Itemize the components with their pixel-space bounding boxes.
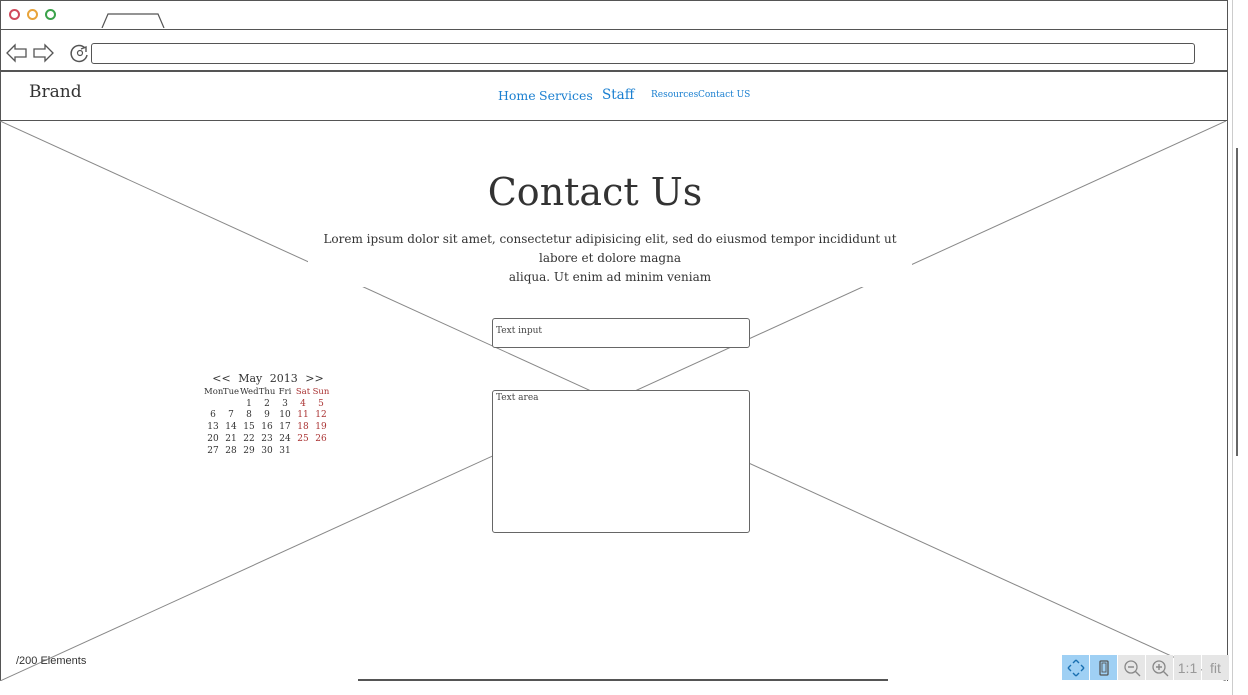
back-arrow-icon[interactable]: [5, 42, 29, 64]
calendar-day[interactable]: 25: [294, 434, 312, 446]
pan-tool-button[interactable]: [1062, 655, 1089, 680]
calendar-day[interactable]: 23: [258, 434, 276, 446]
calendar-day-of-week: Sun: [312, 387, 330, 397]
nav-staff[interactable]: Staff: [602, 87, 634, 103]
calendar-day[interactable]: 21: [222, 434, 240, 446]
calendar-day[interactable]: 7: [222, 410, 240, 422]
device-view-button[interactable]: [1090, 655, 1117, 680]
zoom-out-button[interactable]: [1118, 655, 1145, 680]
calendar-day[interactable]: 6: [204, 410, 222, 422]
calendar-day[interactable]: 15: [240, 422, 258, 434]
calendar-day-of-week: Sat: [295, 387, 311, 397]
browser-tab[interactable]: [100, 12, 166, 28]
nav-services[interactable]: Services: [539, 88, 593, 103]
fit-button[interactable]: fit: [1202, 655, 1229, 680]
calendar-day[interactable]: 18: [294, 422, 312, 434]
calendar-header: << May 2013 >>: [204, 372, 332, 385]
lead-paragraph: Lorem ipsum dolor sit amet, consectetur …: [308, 230, 912, 287]
fit-label: fit: [1210, 659, 1221, 676]
calendar-empty-cell: [294, 446, 312, 458]
calendar-day-of-week: Tue: [222, 387, 240, 397]
text-area-field[interactable]: Text area: [492, 390, 750, 533]
calendar-day[interactable]: 31: [276, 446, 294, 458]
calendar-day[interactable]: 16: [258, 422, 276, 434]
calendar-day[interactable]: 2: [258, 399, 276, 411]
lead-line-1: Lorem ipsum dolor sit amet, consectetur …: [323, 232, 897, 265]
zoom-in-icon: [1151, 659, 1168, 676]
actual-size-button[interactable]: 1:1: [1174, 655, 1201, 680]
maximize-window-dot[interactable]: [45, 9, 56, 20]
calendar-day[interactable]: 17: [276, 422, 294, 434]
text-input-field[interactable]: Text input: [492, 318, 750, 348]
address-bar[interactable]: [91, 43, 1195, 64]
calendar-day[interactable]: 9: [258, 410, 276, 422]
calendar-empty-cell: [312, 446, 330, 458]
mobile-device-icon: [1098, 659, 1109, 676]
calendar-day[interactable]: 11: [294, 410, 312, 422]
calendar-day[interactable]: 22: [240, 434, 258, 446]
calendar-day-of-week: Wed: [240, 387, 259, 397]
zoom-in-button[interactable]: [1146, 655, 1173, 680]
calendar-year: 2013: [269, 372, 298, 385]
zoom-out-icon: [1123, 659, 1140, 676]
calendar-day[interactable]: 14: [222, 422, 240, 434]
calendar-day[interactable]: 10: [276, 410, 294, 422]
calendar-next-button[interactable]: >>: [305, 372, 323, 385]
nav-resources[interactable]: Resources: [651, 90, 698, 100]
forward-arrow-icon[interactable]: [31, 42, 55, 64]
calendar-day-of-week: Thu: [258, 387, 276, 397]
actual-size-label: 1:1: [1177, 659, 1198, 676]
calendar-day-of-week: Fri: [278, 387, 292, 397]
calendar-day[interactable]: 27: [204, 446, 222, 458]
calendar-day[interactable]: 29: [240, 446, 258, 458]
calendar-month: May: [238, 372, 263, 385]
nav-home[interactable]: Home: [498, 88, 536, 103]
calendar-widget: << May 2013 >> Mon Tue Wed Thu Fri Sat Sun 1 2 3 4…: [204, 372, 332, 458]
horizontal-scrollbar[interactable]: [358, 679, 888, 681]
calendar-day[interactable]: 8: [240, 410, 258, 422]
calendar-day[interactable]: 4: [294, 399, 312, 411]
close-window-dot[interactable]: [9, 9, 20, 20]
calendar-day[interactable]: 28: [222, 446, 240, 458]
element-count-status: /200 Elements: [16, 655, 87, 667]
calendar-day[interactable]: 3: [276, 399, 294, 411]
calendar-day[interactable]: 26: [312, 434, 330, 446]
move-arrows-icon: [1067, 659, 1084, 676]
minimize-window-dot[interactable]: [27, 9, 38, 20]
lead-line-2: aliqua. Ut enim ad minim veniam: [508, 270, 712, 284]
vertical-scrollbar-thumb[interactable]: [1236, 148, 1238, 456]
calendar-day[interactable]: 1: [240, 399, 258, 411]
nav-contact-us[interactable]: Contact US: [698, 90, 750, 100]
calendar-day[interactable]: 5: [312, 399, 330, 411]
calendar-empty-cell: [204, 399, 222, 411]
browser-title-bar: [0, 0, 1228, 31]
brand-logo[interactable]: Brand: [29, 82, 82, 102]
calendar-day[interactable]: 12: [312, 410, 330, 422]
calendar-day[interactable]: 20: [204, 434, 222, 446]
calendar-prev-button[interactable]: <<: [212, 372, 230, 385]
page-title: Contact Us: [400, 170, 790, 214]
calendar-day[interactable]: 30: [258, 446, 276, 458]
calendar-day[interactable]: 13: [204, 422, 222, 434]
reload-icon[interactable]: [68, 42, 92, 64]
calendar-day[interactable]: 24: [276, 434, 294, 446]
calendar-day[interactable]: 19: [312, 422, 330, 434]
calendar-day-of-week: Mon: [204, 387, 224, 397]
calendar-empty-cell: [222, 399, 240, 411]
calendar-grid: Mon Tue Wed Thu Fri Sat Sun 1 2 3 4 5 6 7 8 9 10 11 12 13 14…: [204, 387, 332, 457]
